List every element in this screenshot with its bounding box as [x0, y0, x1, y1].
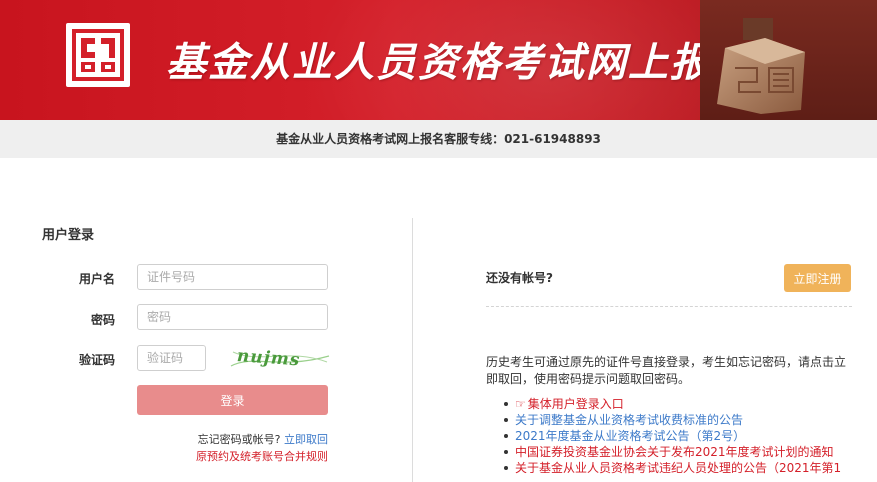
captcha-input[interactable]	[137, 345, 206, 371]
stone-seal-icon	[717, 18, 805, 114]
captcha-text: nujms	[236, 346, 301, 370]
dashed-divider	[486, 306, 852, 307]
forgot-text: 忘记密码或帐号?	[197, 433, 281, 446]
notice-link[interactable]: 关于调整基金从业资格考试收费标准的公告	[515, 413, 743, 427]
header-banner: 基金从业人员资格考试网上报名	[0, 0, 877, 120]
username-label: 用户名	[78, 272, 115, 286]
list-item: ☞ 集体用户登录入口	[502, 396, 874, 412]
list-item: 2021年度基金从业资格考试公告（第2号）	[502, 428, 874, 444]
captcha-image[interactable]: nujms	[229, 344, 331, 372]
hand-pointer-icon: ☞	[515, 397, 526, 411]
no-account-text: 还没有帐号?	[486, 271, 553, 285]
amac-logo-icon	[66, 23, 130, 87]
panel-divider	[412, 218, 413, 482]
account-merge-rules-link[interactable]: 原预约及统考账号合并规则	[150, 448, 328, 464]
notice-link[interactable]: 关于基金从业人员资格考试违纪人员处理的公告（2021年第1	[515, 461, 841, 475]
password-input[interactable]	[137, 304, 328, 330]
password-label: 密码	[90, 313, 115, 327]
banner-title: 基金从业人员资格考试网上报名	[166, 39, 754, 86]
forgot-password-row: 忘记密码或帐号? 立即取回	[150, 431, 328, 447]
captcha-label: 验证码	[78, 353, 115, 367]
login-button[interactable]: 登录	[137, 385, 328, 415]
retrieve-link[interactable]: 立即取回	[284, 433, 328, 446]
login-title: 用户登录	[42, 228, 95, 243]
list-item: 关于调整基金从业资格考试收费标准的公告	[502, 412, 874, 428]
username-input[interactable]	[137, 264, 328, 290]
list-item: 中国证券投资基金业协会关于发布2021年度考试计划的通知	[502, 444, 874, 460]
group-login-link[interactable]: 集体用户登录入口	[528, 397, 624, 411]
notice-link[interactable]: 2021年度基金从业资格考试公告（第2号）	[515, 429, 745, 443]
register-description: 历史考生可通过原先的证件号直接登录，考生如忘记密码，请点击立即取回，使用密码提示…	[486, 355, 847, 386]
register-button[interactable]: 立即注册	[784, 264, 851, 292]
list-item: 关于基金从业人员资格考试违纪人员处理的公告（2021年第1	[502, 460, 874, 476]
notice-link[interactable]: 中国证券投资基金业协会关于发布2021年度考试计划的通知	[515, 445, 834, 459]
notice-list: ☞ 集体用户登录入口 关于调整基金从业资格考试收费标准的公告 2021年度基金从业…	[502, 396, 874, 476]
service-hotline: 基金从业人员资格考试网上报名客服专线：021-61948893	[0, 120, 877, 158]
